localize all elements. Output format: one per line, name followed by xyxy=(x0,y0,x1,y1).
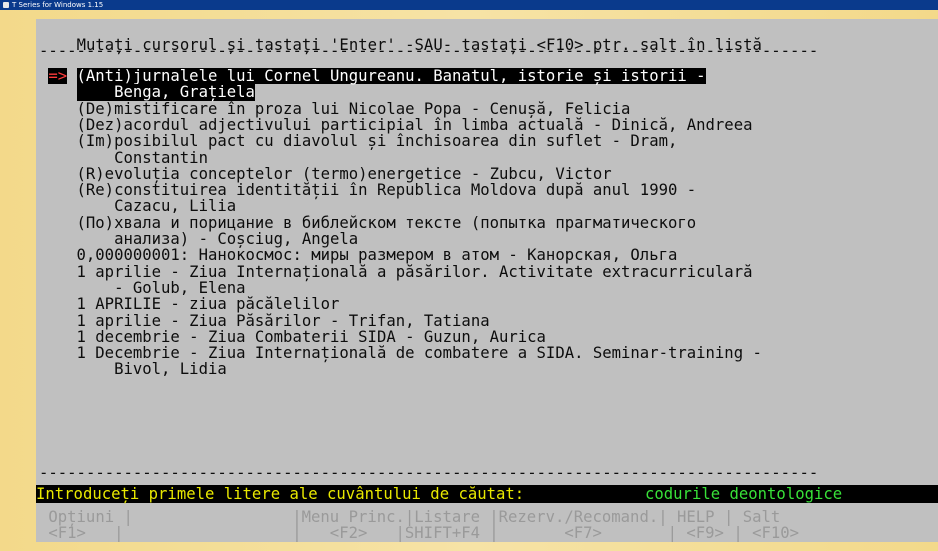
list-item-title: 1 APRILIE - ziua păcălelilor xyxy=(76,295,340,314)
list-item-title: (Dez)acordul adjectivului participial în… xyxy=(76,115,753,134)
instruction-line: Mutați cursorul și tastați 'Enter' -SAU-… xyxy=(39,21,762,53)
list-item-title: 1 Decembrie - Ziua Internațională de com… xyxy=(76,344,762,363)
top-separator: ----------------------------------------… xyxy=(39,42,819,60)
list-item-continuation: Bivol, Lidia xyxy=(76,360,227,379)
bottom-separator: ----------------------------------------… xyxy=(39,464,819,482)
window-title: T Series for Windows 1.15 xyxy=(12,1,104,9)
list-item-title: (Anti)jurnalele lui Cornel Ungureanu. Ba… xyxy=(76,67,706,85)
list-item-continuation: Benga, Grațiela xyxy=(76,83,255,102)
list-item-title: 1 aprilie - Ziua Păsărilor - Trifan, Tat… xyxy=(76,311,490,330)
function-key-label[interactable]: <F1> | xyxy=(48,525,123,542)
list-item-title: (R)evoluția conceptelor (termo)energetic… xyxy=(76,164,612,183)
list-item-continuation: анализа) - Coșciug, Angela xyxy=(76,230,359,248)
list-item-title: (Im)posibilul pact cu diavolul și închis… xyxy=(76,132,678,151)
list-item-title: (Re)constituirea identității în Republic… xyxy=(76,181,697,200)
function-key-label[interactable]: Opțiuni | xyxy=(48,509,133,526)
list-item-title: 1 decembrie - Ziua Combaterii SIDA - Guz… xyxy=(76,327,546,346)
function-key-label[interactable]: |Rezerv./Recomand.| HELP | Salt xyxy=(489,509,780,526)
list-item-continuation: - Golub, Elena xyxy=(76,278,246,297)
selection-marker: => xyxy=(48,67,68,85)
app-icon xyxy=(3,2,9,8)
console-area[interactable]: Mutați cursorul și tastați 'Enter' -SAU-… xyxy=(36,19,938,542)
function-key-label[interactable]: | <F2> |SHIFT+F4 xyxy=(292,525,480,542)
search-prompt: Introduceți primele litere ale cuvântulu… xyxy=(36,485,525,503)
list-item-title: (По)хвала и порицание в библейском текст… xyxy=(76,213,697,232)
function-key-label[interactable]: | <F7> | <F9> | <F10> xyxy=(489,525,799,542)
list-item-title: 1 aprilie - Ziua Internațională a păsări… xyxy=(76,262,753,281)
search-bar: Introduceți primele litere ale cuvântulu… xyxy=(36,485,938,503)
window-titlebar: T Series for Windows 1.15 xyxy=(0,0,938,10)
function-key-label[interactable]: |Menu Princ.|Listare xyxy=(292,509,480,526)
search-input[interactable]: codurile deontologice xyxy=(645,486,843,502)
list-item-title: 0,000000001: Нанокосмос: миры размером в… xyxy=(76,246,678,265)
list-item-continuation: Constantin xyxy=(76,148,208,167)
list-item-title: (De)mistificare în proza lui Nicolae Pop… xyxy=(76,99,631,118)
list-item-continuation: Cazacu, Lilia xyxy=(76,197,237,216)
